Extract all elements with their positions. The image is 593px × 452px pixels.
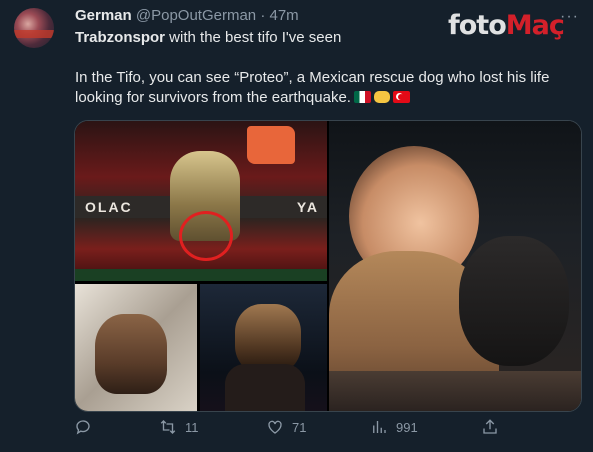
retweet-count: 11: [185, 419, 199, 435]
puppy: [459, 236, 569, 366]
stadium-ad-board: [75, 269, 327, 281]
retweet-button[interactable]: 11: [159, 415, 199, 439]
watermark-part1: foto: [448, 10, 507, 41]
share-button[interactable]: [481, 415, 499, 439]
red-highlight-circle: [179, 211, 233, 261]
header-separator: ·: [260, 7, 266, 24]
more-options-icon[interactable]: ···: [560, 8, 579, 26]
avatar-stripe: [14, 30, 54, 38]
banner-text-left: OLAC: [85, 199, 133, 215]
watermark-part2: Maç: [505, 10, 565, 41]
views-chart-icon: [373, 421, 386, 433]
retweet-icon: [160, 420, 176, 434]
tweet-text-line1: Trabzonspor with the best tifo I've seen: [75, 28, 341, 48]
like-button[interactable]: 71: [266, 415, 306, 439]
dog-drawing: [95, 314, 167, 394]
heart-icon: [268, 420, 282, 434]
author-handle[interactable]: @PopOutGerman: [136, 7, 256, 24]
media-photo-tifo[interactable]: OLAC YA: [75, 121, 327, 281]
tweet-media-grid: OLAC YA: [74, 120, 582, 412]
fotomac-watermark: fotoMaç: [448, 10, 565, 41]
views-button[interactable]: 991: [370, 415, 418, 439]
rescue-dog-vest: [225, 364, 305, 411]
reply-button[interactable]: [74, 415, 100, 439]
like-count: 71: [292, 419, 307, 435]
author-avatar[interactable]: [14, 8, 54, 48]
tweet-time[interactable]: 47m: [270, 7, 299, 24]
team-name: Trabzonspor: [75, 29, 166, 46]
media-photo-dog-drawing[interactable]: [75, 284, 197, 411]
tweet-line1-rest: with the best tifo I've seen: [165, 29, 342, 46]
author-name[interactable]: German: [75, 7, 132, 24]
tweet-actions: 11 71 991: [74, 415, 580, 439]
handshake-icon: [373, 91, 390, 103]
tweet-line2: In the Tifo, you can see “Proteo”, a Mex…: [75, 69, 550, 106]
turkey-flag-image: [247, 126, 295, 164]
tweet-text-line2: In the Tifo, you can see “Proteo”, a Mex…: [75, 68, 575, 108]
media-photo-rescue-dog[interactable]: [200, 284, 327, 411]
view-count: 991: [396, 419, 418, 435]
turkey-flag-icon: [392, 91, 410, 103]
reply-icon: [76, 420, 90, 435]
banner-text-right: YA: [296, 199, 319, 215]
share-icon: [483, 419, 497, 434]
media-photo-child-with-puppy[interactable]: [329, 121, 581, 411]
rubble-ground: [329, 371, 581, 411]
mexico-flag-icon: [353, 91, 371, 103]
